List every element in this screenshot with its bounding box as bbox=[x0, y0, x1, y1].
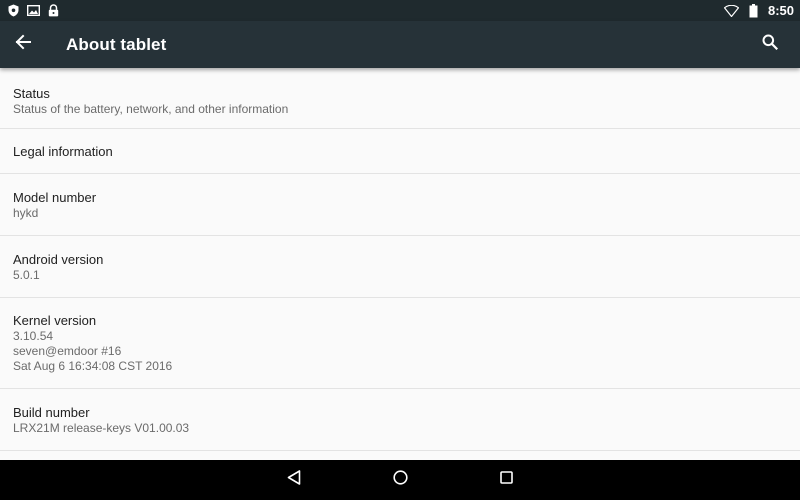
toolbar: About tablet bbox=[0, 21, 800, 68]
item-title: Android version bbox=[13, 251, 104, 267]
arrow-back-icon bbox=[15, 34, 31, 55]
list-item-build-number[interactable]: Build number LRX21M release-keys V01.00.… bbox=[0, 389, 800, 451]
back-triangle-icon bbox=[287, 470, 301, 490]
list-item-android-version[interactable]: Android version 5.0.1 bbox=[0, 236, 800, 298]
item-summary: hykd bbox=[13, 205, 39, 220]
wifi-icon bbox=[723, 4, 739, 17]
item-summary: Sat Aug 6 16:34:08 CST 2016 bbox=[13, 359, 173, 373]
image-icon bbox=[27, 5, 40, 16]
item-title: Status bbox=[13, 86, 50, 101]
nav-back-button[interactable] bbox=[241, 460, 347, 500]
list-item-kernel-version[interactable]: Kernel version 3.10.54 seven@emdoor #16 … bbox=[0, 298, 800, 389]
lock-icon bbox=[48, 4, 59, 17]
status-bar: 8:50 bbox=[0, 0, 800, 21]
search-button[interactable] bbox=[750, 21, 790, 68]
item-title: Model number bbox=[13, 189, 97, 205]
list-item-model-number[interactable]: Model number hykd bbox=[0, 174, 800, 236]
item-summary: 5.0.1 bbox=[13, 267, 40, 282]
item-summary: Status of the battery, network, and othe… bbox=[13, 102, 289, 116]
item-summary: LRX21M release-keys V01.00.03 bbox=[13, 420, 190, 435]
home-circle-icon bbox=[392, 470, 408, 490]
item-title: Build number bbox=[13, 404, 90, 420]
list-item-status[interactable]: Status Status of the battery, network, a… bbox=[0, 68, 800, 129]
settings-list: Status Status of the battery, network, a… bbox=[0, 68, 800, 460]
item-title: Legal information bbox=[13, 143, 113, 159]
status-right-icons: 8:50 bbox=[723, 3, 794, 18]
list-item-legal-information[interactable]: Legal information bbox=[0, 129, 800, 174]
battery-icon bbox=[749, 3, 758, 18]
navigation-bar bbox=[0, 460, 800, 500]
status-left-icons bbox=[8, 4, 59, 17]
back-button[interactable] bbox=[0, 21, 46, 68]
search-icon bbox=[762, 34, 779, 55]
shield-icon bbox=[8, 4, 19, 17]
status-time: 8:50 bbox=[767, 3, 794, 18]
item-title: Kernel version bbox=[13, 313, 97, 328]
page-title: About tablet bbox=[66, 34, 167, 54]
android-screen: 8:50 About tablet Status Status of the b… bbox=[0, 0, 800, 500]
recents-square-icon bbox=[499, 471, 513, 489]
nav-home-button[interactable] bbox=[347, 460, 453, 500]
item-summary: seven@emdoor #16 bbox=[13, 344, 122, 358]
item-summary: 3.10.54 bbox=[13, 329, 54, 343]
nav-recents-button[interactable] bbox=[453, 460, 559, 500]
